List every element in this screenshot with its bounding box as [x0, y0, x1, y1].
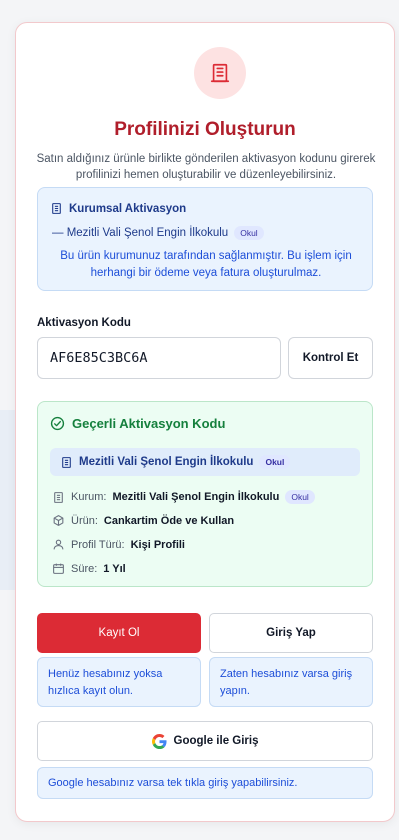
google-hint: Google hesabınız varsa tek tıkla giriş y… — [37, 767, 373, 799]
detail-value: Kişi Profili — [130, 538, 185, 551]
detail-label: Profil Türü: — [71, 538, 125, 551]
detail-badge: Okul — [285, 490, 315, 504]
school-badge: Okul — [234, 226, 264, 240]
institution-info-box: Kurumsal Aktivasyon — Mezitli Vali Şenol… — [37, 187, 373, 291]
register-button[interactable]: Kayıt Ol — [37, 613, 201, 653]
building-icon — [210, 63, 230, 83]
activation-code-input[interactable] — [37, 337, 281, 379]
valid-heading: Geçerli Aktivasyon Kodu — [50, 416, 225, 431]
profile-card: Profilinizi Oluşturun Satın aldığınız ür… — [15, 22, 395, 822]
detail-value: 1 Yıl — [103, 562, 126, 575]
detail-row-sure: Süre: 1 Yıl — [52, 562, 126, 575]
google-icon — [151, 733, 167, 749]
detail-value: Mezitli Vali Şenol Engin İlkokulu — [112, 491, 280, 503]
calendar-icon — [53, 563, 64, 574]
login-button[interactable]: Giriş Yap — [209, 613, 373, 653]
detail-row-kurum: Kurum: Mezitli Vali Şenol Engin İlkokulu… — [52, 490, 315, 504]
institution-note: Bu ürün kurumunuz tarafından sağlanmıştı… — [60, 250, 352, 279]
detail-row-urun: Ürün: Cankartim Öde ve Kullan — [52, 514, 234, 527]
institution-school: — Mezitli Vali Şenol Engin İlkokulu — [52, 227, 229, 239]
activation-code-label: Aktivasyon Kodu — [37, 317, 131, 329]
detail-value: Cankartim Öde ve Kullan — [103, 514, 235, 527]
google-login-label: Google ile Giriş — [173, 735, 259, 747]
institution-school-line: — Mezitli Vali Şenol Engin İlkokulu Okul — [52, 226, 264, 240]
page-title: Profilinizi Oluşturun — [114, 119, 296, 140]
logo-badge — [194, 47, 246, 99]
detail-label: Kurum: — [71, 491, 107, 503]
page-subtitle: Satın aldığınız ürünle birlikte gönderil… — [36, 153, 376, 181]
institution-chip-badge: Okul — [259, 455, 291, 469]
check-circle-icon — [50, 416, 65, 431]
valid-heading-text: Geçerli Aktivasyon Kodu — [72, 416, 226, 431]
background-panel — [0, 410, 16, 590]
institution-heading: Kurumsal Aktivasyon — [50, 202, 186, 215]
user-icon — [53, 539, 64, 550]
login-hint: Zaten hesabınız varsa giriş yapın. — [209, 657, 373, 707]
detail-label: Süre: — [71, 562, 98, 575]
register-hint: Henüz hesabınız yoksa hızlıca kayıt olun… — [37, 657, 201, 707]
institution-heading-text: Kurumsal Aktivasyon — [69, 202, 187, 215]
building-icon — [54, 491, 63, 503]
institution-chip: Mezitli Vali Şenol Engin İlkokulu Okul — [50, 448, 360, 476]
detail-row-profil: Profil Türü: Kişi Profili — [52, 538, 185, 551]
box-icon — [53, 515, 64, 526]
building-icon — [62, 456, 71, 468]
valid-code-box: Geçerli Aktivasyon Kodu Mezitli Vali Şen… — [37, 401, 373, 587]
building-icon — [52, 203, 61, 214]
google-login-button[interactable]: Google ile Giriş — [37, 721, 373, 761]
institution-chip-text: Mezitli Vali Şenol Engin İlkokulu — [79, 456, 254, 468]
detail-label: Ürün: — [71, 514, 98, 527]
check-code-button[interactable]: Kontrol Et — [288, 337, 373, 379]
